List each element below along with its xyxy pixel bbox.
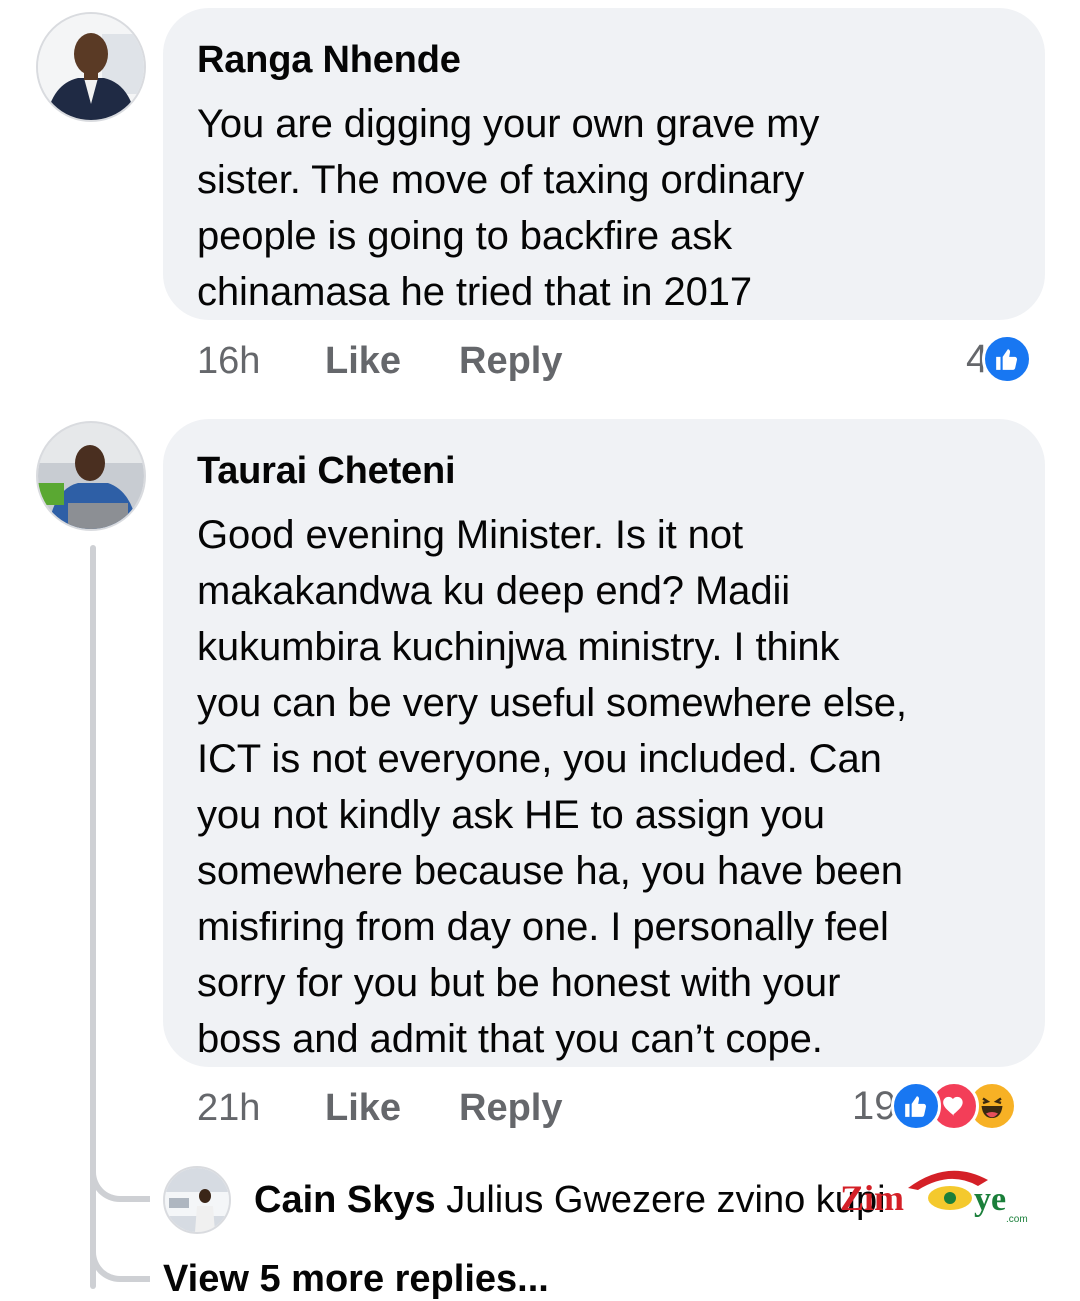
comment-timestamp: 21h xyxy=(197,1087,261,1129)
comment-text-line: chinamasa he tried that in 2017 xyxy=(197,270,753,314)
avatar-taurai-cheteni[interactable] xyxy=(36,421,146,531)
comment-timestamp: 16h xyxy=(197,340,261,382)
comment-author[interactable]: Ranga Nhende xyxy=(197,38,1011,82)
zimeye-watermark: Zim ye .com xyxy=(838,1160,1038,1230)
comment-actions: 16h Like Reply xyxy=(163,336,1043,386)
reply-button[interactable]: Reply xyxy=(459,336,562,386)
comment-text-line: sister. The move of taxing ordinary xyxy=(197,158,805,202)
avatar-image xyxy=(38,14,144,120)
like-button[interactable]: Like xyxy=(325,1083,401,1133)
avatar-cain-skys[interactable] xyxy=(163,1166,231,1234)
svg-text:.com: .com xyxy=(1006,1214,1028,1225)
comment-text-line: you can be very useful somewhere else, xyxy=(197,681,907,725)
comment-actions: 21h Like Reply xyxy=(163,1083,843,1133)
comment-text-line: makakandwa ku deep end? Madii xyxy=(197,569,791,613)
comment-text: You are digging your own grave my sister… xyxy=(197,96,1011,320)
comment-text-line: misfiring from day one. I personally fee… xyxy=(197,905,889,949)
like-icon xyxy=(890,1081,941,1131)
svg-text:Zim: Zim xyxy=(840,1178,904,1218)
comment-text: Good evening Minister. Is it not makakan… xyxy=(197,507,1011,1067)
like-icon xyxy=(982,334,1033,384)
avatar-image xyxy=(165,1168,229,1232)
comment-text-line: people is going to backfire ask xyxy=(197,214,733,258)
reply-button[interactable]: Reply xyxy=(459,1083,562,1133)
view-more-replies-link[interactable]: View 5 more replies... xyxy=(163,1258,549,1301)
svg-text:ye: ye xyxy=(974,1181,1006,1218)
comment-author[interactable]: Taurai Cheteni xyxy=(197,449,1011,493)
comment-text-line: kukumbira kuchinjwa ministry. I think xyxy=(197,625,840,669)
reaction-summary[interactable]: 19 xyxy=(852,1081,1017,1131)
thread-branch xyxy=(90,1238,150,1282)
like-button[interactable]: Like xyxy=(325,336,401,386)
comment-text-line: boss and admit that you can’t cope. xyxy=(197,1017,823,1061)
comment-text-line: somewhere because ha, you have been xyxy=(197,849,903,893)
reply-preview[interactable]: Cain Skys Julius Gwezere zvino kupi xyxy=(254,1176,886,1224)
avatar-ranga-nhende[interactable] xyxy=(36,12,146,122)
comment-bubble: Ranga Nhende You are digging your own gr… xyxy=(163,8,1045,320)
comment-text-line: Good evening Minister. Is it not xyxy=(197,513,743,557)
thread-branch xyxy=(90,1150,150,1202)
comment-text-line: ICT is not everyone, you included. Can xyxy=(197,737,882,781)
reaction-summary[interactable]: 4 xyxy=(966,334,1033,384)
avatar-image xyxy=(38,423,144,529)
reaction-count: 19 xyxy=(852,1083,897,1128)
comment-text-line: you not kindly ask HE to assign you xyxy=(197,793,825,837)
reply-text: Julius Gwezere zvino kupi xyxy=(446,1179,886,1221)
comment-text-line: sorry for you but be honest with your xyxy=(197,961,841,1005)
comment-bubble: Taurai Cheteni Good evening Minister. Is… xyxy=(163,419,1045,1067)
comment-text-line: You are digging your own grave my xyxy=(197,102,820,146)
reply-author[interactable]: Cain Skys xyxy=(254,1179,436,1221)
